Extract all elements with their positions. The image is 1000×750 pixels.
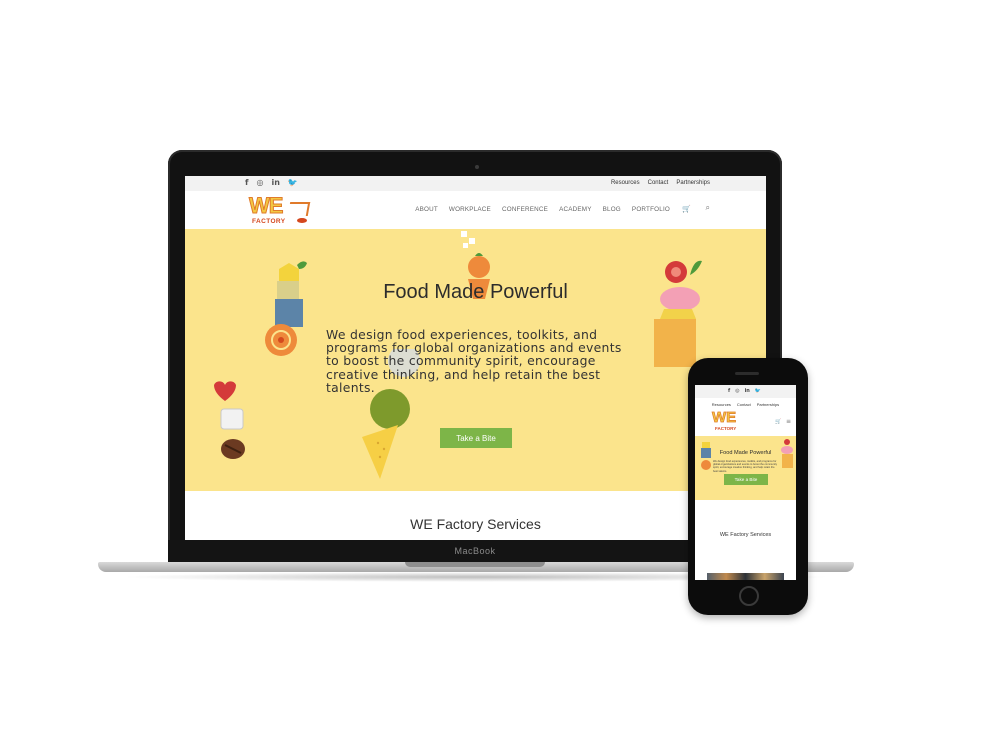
phone-facebook-icon[interactable]: f bbox=[728, 388, 730, 394]
fruit-stack-right-illustration bbox=[654, 260, 702, 367]
hamburger-menu-icon[interactable]: ≡ bbox=[786, 418, 791, 425]
services-heading: WE Factory Services bbox=[410, 516, 541, 532]
site-header: WE FACTORY ABOUT WORKPLACE CONFERENCE AC… bbox=[185, 191, 766, 230]
twitter-icon[interactable]: 🐦 bbox=[288, 178, 298, 187]
laptop-screen: f ◎ in 🐦 Resources Contact Partnerships … bbox=[185, 176, 766, 540]
cart-icon[interactable]: 🛒 bbox=[682, 205, 691, 213]
phone-instagram-icon[interactable]: ◎ bbox=[735, 388, 739, 394]
macbook-label: MacBook bbox=[454, 546, 496, 556]
nav-about[interactable]: ABOUT bbox=[415, 206, 438, 213]
laptop-opening-notch bbox=[405, 562, 545, 567]
phone-left-illustration bbox=[701, 442, 711, 470]
phone-utility-links: Resources Contact Partnerships bbox=[695, 402, 796, 407]
orange-slice-illustration bbox=[265, 324, 297, 356]
phone-logo[interactable]: WE FACTORY bbox=[712, 409, 752, 433]
phone-take-a-bite-button[interactable]: Take a Bite bbox=[724, 474, 768, 485]
resources-link[interactable]: Resources bbox=[611, 180, 640, 186]
linkedin-icon[interactable]: in bbox=[271, 178, 279, 187]
phone-social-links: f ◎ in 🐦 bbox=[728, 388, 761, 394]
phone-hero-description: We design food experiences, toolkits, an… bbox=[713, 460, 778, 473]
phone-twitter-icon[interactable]: 🐦 bbox=[755, 388, 761, 394]
phone-hero-section: Food Made Powerful We design food experi… bbox=[695, 436, 796, 500]
phone-header: WE FACTORY 🛒 ≡ bbox=[695, 408, 796, 436]
we-factory-logo[interactable]: WE FACTORY bbox=[248, 193, 319, 226]
nav-portfolio[interactable]: PORTFOLIO bbox=[632, 206, 670, 213]
phone-speaker bbox=[735, 372, 759, 375]
social-links: f ◎ in 🐦 bbox=[245, 178, 298, 187]
phone-utility-bar: f ◎ in 🐦 bbox=[695, 385, 796, 398]
phone-home-button bbox=[739, 586, 759, 606]
phone-linkedin-icon[interactable]: in bbox=[745, 388, 750, 394]
phone-logo-factory-text: FACTORY bbox=[715, 426, 737, 431]
nav-conference[interactable]: CONFERENCE bbox=[502, 206, 548, 213]
nav-academy[interactable]: ACADEMY bbox=[559, 206, 592, 213]
utility-bar: f ◎ in 🐦 Resources Contact Partnerships bbox=[185, 176, 766, 191]
main-nav: ABOUT WORKPLACE CONFERENCE ACADEMY BLOG … bbox=[415, 206, 670, 213]
logo-lips-icon bbox=[297, 218, 307, 223]
phone-logo-we-text: WE bbox=[712, 409, 737, 427]
take-a-bite-button[interactable]: Take a Bite bbox=[440, 428, 512, 448]
phone-cart-icon[interactable]: 🛒 bbox=[775, 419, 781, 425]
phone-screen: f ◎ in 🐦 Resources Contact Partnerships … bbox=[695, 385, 796, 580]
phone-partnerships-link[interactable]: Partnerships bbox=[757, 402, 779, 407]
logo-stairs-icon bbox=[287, 202, 311, 216]
search-icon[interactable]: ⌕ bbox=[706, 203, 710, 213]
hero-title: Food Made Powerful bbox=[383, 281, 568, 303]
partnerships-link[interactable]: Partnerships bbox=[676, 180, 710, 186]
instagram-icon[interactable]: ◎ bbox=[256, 178, 263, 187]
nav-workplace[interactable]: WORKPLACE bbox=[449, 206, 491, 213]
coffee-stack-illustration bbox=[214, 381, 245, 459]
phone-right-illustration bbox=[781, 439, 793, 468]
phone-hero-title: Food Made Powerful bbox=[719, 450, 772, 456]
hero-section: Food Made Powerful We design food experi… bbox=[185, 229, 766, 491]
phone-services-heading: WE Factory Services bbox=[719, 532, 772, 538]
nav-blog[interactable]: BLOG bbox=[603, 206, 621, 213]
hero-description: We design food experiences, toolkits, an… bbox=[326, 327, 622, 395]
facebook-icon[interactable]: f bbox=[245, 178, 248, 187]
logo-factory-text: FACTORY bbox=[252, 218, 286, 225]
phone-contact-link[interactable]: Contact bbox=[737, 402, 751, 407]
phone-resources-link[interactable]: Resources bbox=[712, 402, 731, 407]
logo-we-text: WE bbox=[248, 193, 283, 219]
laptop-camera bbox=[475, 165, 479, 169]
utility-links: Resources Contact Partnerships bbox=[611, 180, 710, 186]
phone-services-photo bbox=[707, 573, 784, 580]
contact-link[interactable]: Contact bbox=[648, 180, 669, 186]
